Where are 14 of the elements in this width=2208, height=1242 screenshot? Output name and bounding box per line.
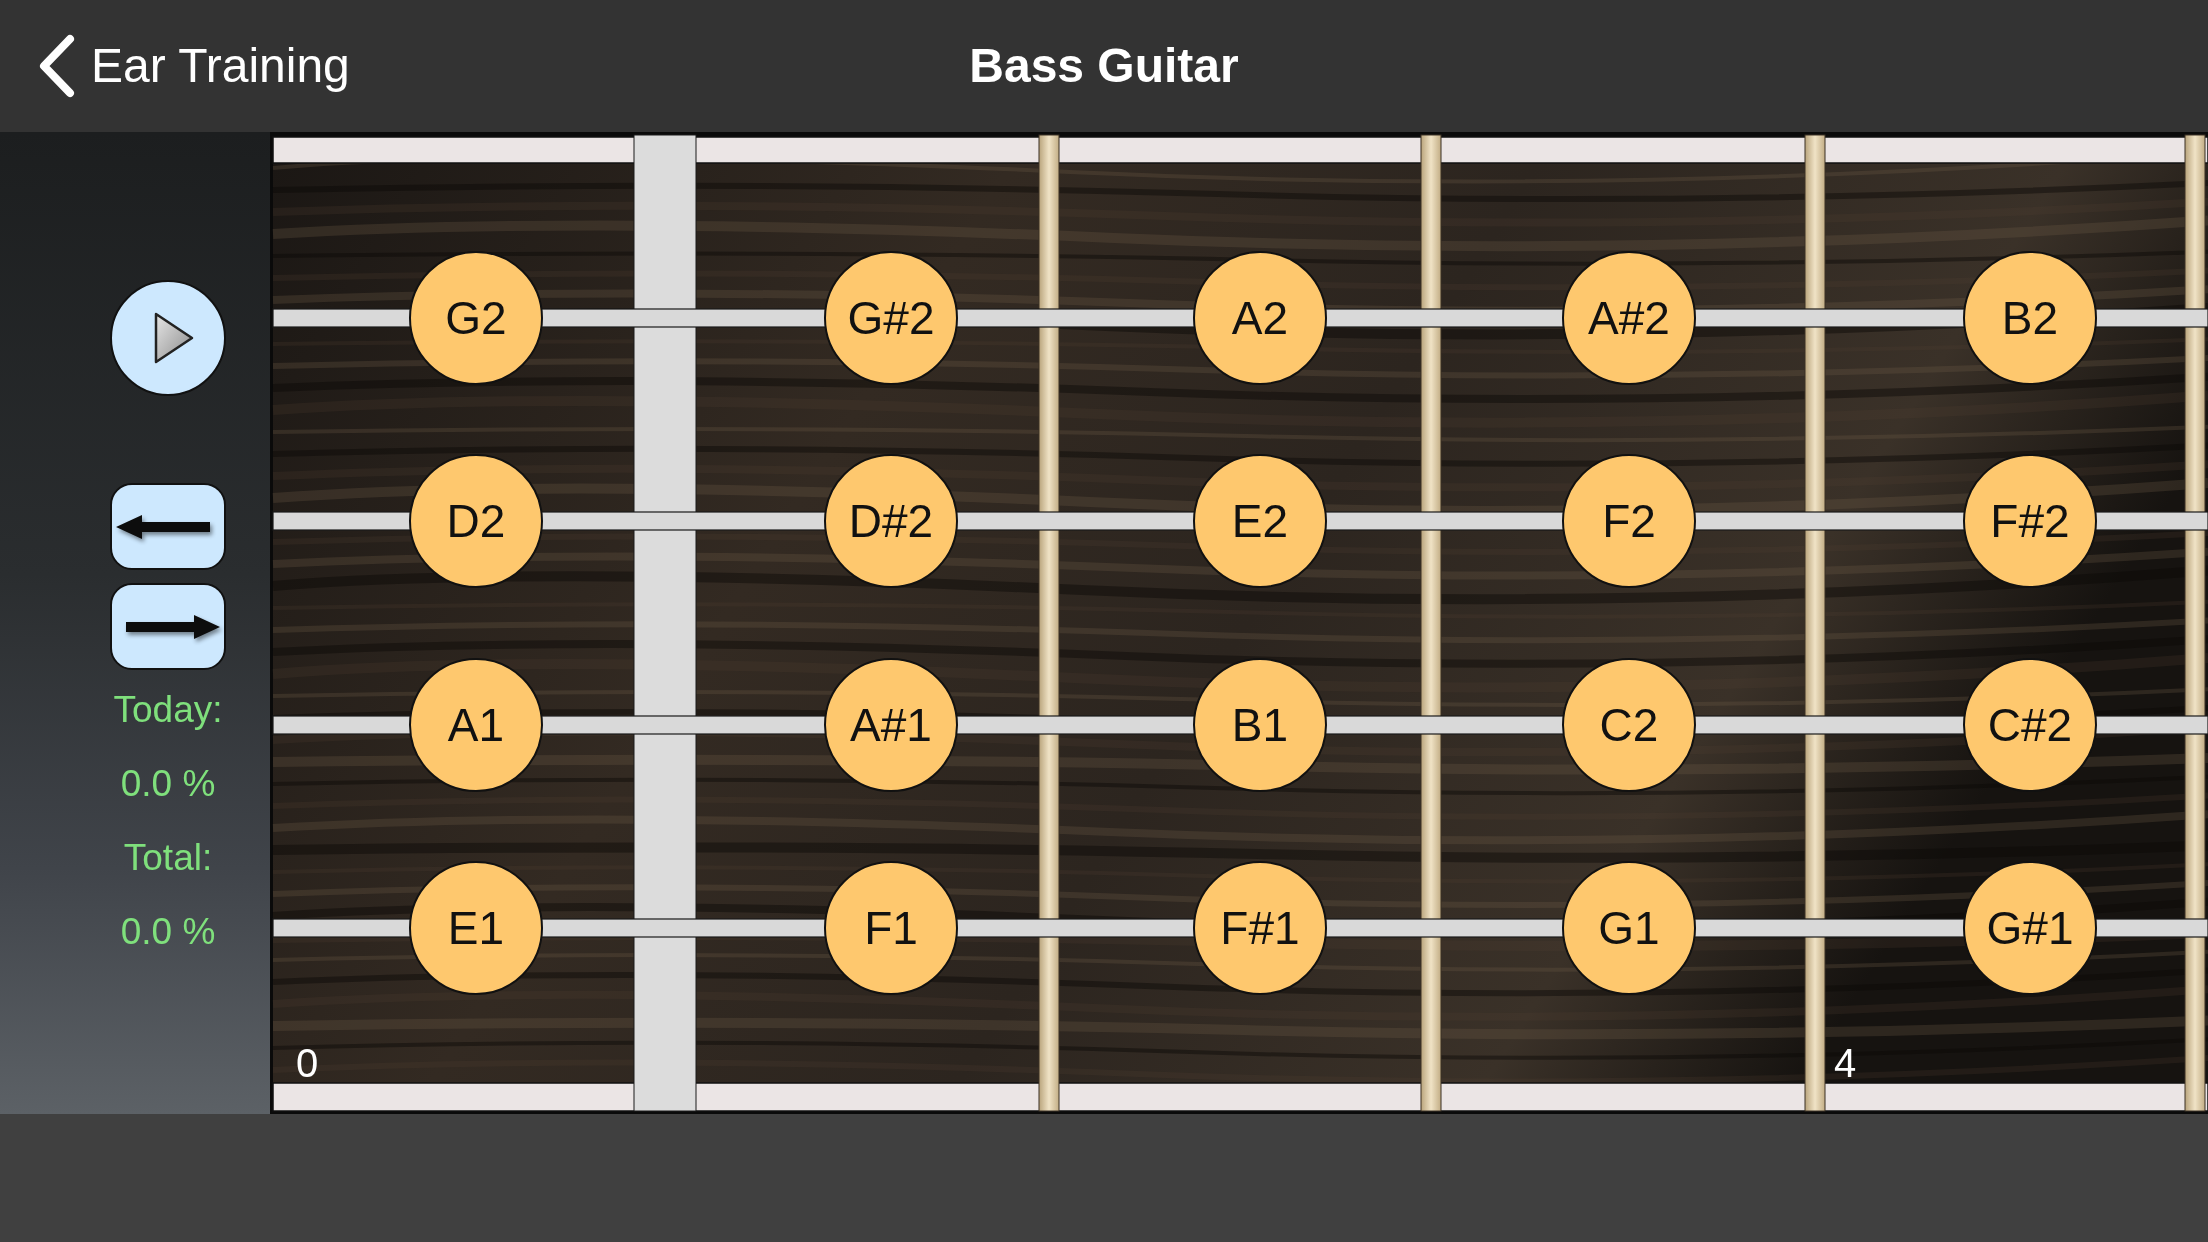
- fret-number: 0: [296, 1043, 319, 1083]
- screen-title: Bass Guitar: [969, 38, 1239, 94]
- stat-value: 0.0 %: [120, 762, 216, 806]
- back-button[interactable]: Ear Training: [37, 34, 350, 98]
- next-button[interactable]: [110, 583, 226, 670]
- fret-number: 4: [1834, 1043, 1857, 1083]
- stat-label: Total:: [123, 836, 213, 880]
- stat-value: 0.0 %: [120, 910, 216, 954]
- chevron-left-icon: [37, 34, 77, 98]
- arrow-right-icon: [124, 613, 220, 640]
- play-icon: [154, 312, 194, 364]
- stat-label: Today:: [113, 688, 223, 732]
- arrow-left-icon: [116, 513, 212, 540]
- previous-button[interactable]: [110, 483, 226, 570]
